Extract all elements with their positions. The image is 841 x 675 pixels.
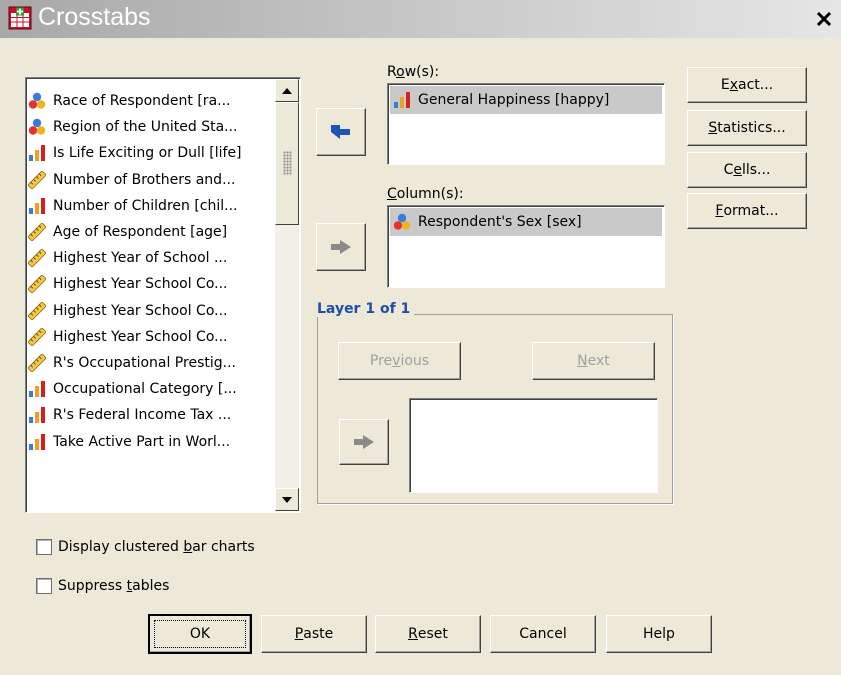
ordinal-icon [29,433,45,450]
grip-icon [283,151,292,175]
ordinal-icon [29,197,45,214]
scale-icon [28,327,46,346]
list-item-label: Take Active Part in Worl... [53,433,231,450]
rows-label: Row(s): [387,64,440,80]
list-item-label: Highest Year School Co... [53,328,228,345]
nominal-icon [28,118,46,135]
list-item-label: Race of Respondent [ra... [53,93,231,109]
row-variable-label: General Happiness [happy] [418,92,610,108]
reset-button[interactable]: Reset [375,615,481,653]
arrow-left-icon [331,125,350,139]
variable-list-scrollbar[interactable] [275,79,299,511]
list-item-label: Number of Children [chil... [53,197,238,214]
source-variable-list[interactable]: Race of Respondent [ra... Region of the U… [25,77,301,513]
crosstabs-app-icon [8,6,32,30]
window-title: Crosstabs [38,3,151,31]
list-item-label: R's Federal Income Tax ... [53,407,232,424]
move-to-rows-button[interactable] [316,108,366,156]
ordinal-icon [29,381,45,398]
list-item-label: Number of Brothers and... [53,171,236,188]
next-layer-button[interactable]: Next [532,342,655,380]
list-item[interactable]: Take Active Part in Worl... [28,429,280,455]
scroll-thumb[interactable] [275,102,299,225]
list-item[interactable]: Race of Respondent [ra... [28,88,280,114]
arrow-right-icon [354,435,374,449]
arrow-down-icon [282,496,292,503]
clustered-bar-charts-label: Display clustered bar charts [58,539,255,555]
list-item[interactable]: Number of Brothers and... [28,167,280,193]
list-item[interactable]: Occupational Category [... [28,376,280,402]
column-variable-label: Respondent's Sex [sex] [418,214,582,230]
list-item[interactable]: Highest Year of School ... [28,245,280,271]
scroll-down-button[interactable] [275,488,299,511]
title-bar[interactable]: Crosstabs [0,0,841,38]
list-item[interactable]: Highest Year School Co... [28,271,280,297]
list-item-label: Highest Year School Co... [53,302,228,319]
list-item[interactable]: R's Federal Income Tax ... [28,402,280,428]
arrow-up-icon [282,87,292,94]
cancel-button[interactable]: Cancel [490,615,596,653]
arrow-right-icon [331,240,351,254]
exact-button[interactable]: Ex act... [687,67,807,103]
layer-box[interactable] [409,398,658,493]
scale-icon [28,223,46,241]
nominal-icon [28,92,46,109]
scale-icon [28,249,46,268]
list-item[interactable]: Age of Respondent [age] [28,219,280,245]
list-item-label: Highest Year of School ... [53,250,228,267]
list-item-label: Highest Year School Co... [53,276,228,293]
list-item[interactable]: Number of Children [chil... [28,193,280,219]
list-item[interactable]: Region of the United Sta... [28,114,280,140]
columns-label: Column(s): [387,186,464,202]
layer-group-title: Layer 1 of 1 [315,301,415,317]
column-variable-item[interactable]: Respondent's Sex [sex] [390,208,662,236]
scale-icon [28,354,46,372]
columns-box[interactable]: Respondent's Sex [sex] [387,205,665,288]
list-item-label: Is Life Exciting or Dull [life] [53,145,242,162]
clustered-bar-charts-option[interactable]: Display clustered bar charts [36,539,255,555]
scroll-up-button[interactable] [275,79,299,102]
suppress-tables-checkbox[interactable] [36,578,52,594]
close-button[interactable] [810,6,838,32]
scale-icon [28,170,46,189]
format-button[interactable]: Format... [687,193,807,229]
list-item-label: R's Occupational Prestig... [53,355,236,371]
help-button[interactable]: Help [606,615,712,653]
scale-icon [28,301,46,320]
previous-layer-button[interactable]: Pre v ious [338,342,461,380]
scale-icon [28,275,46,294]
list-item-label: Region of the United Sta... [53,119,238,136]
suppress-tables-option[interactable]: Suppress tables [36,578,169,594]
ordinal-icon [394,92,410,108]
ordinal-icon [29,407,45,424]
list-item[interactable]: R's Occupational Prestig... [28,350,280,376]
cells-button[interactable]: Ce lls... [687,152,807,188]
list-item-label: Age of Respondent [age] [53,224,228,240]
rows-box[interactable]: General Happiness [happy] [387,83,665,165]
crosstabs-dialog: Crosstabs Race of Respondent [ra... Regio… [0,0,841,675]
focus-ring [154,620,246,648]
close-icon [816,11,832,27]
row-variable-item[interactable]: General Happiness [happy] [390,86,662,114]
statistics-button[interactable]: Statistics... [687,110,807,146]
list-item[interactable]: Highest Year School Co... [28,298,280,324]
clustered-bar-charts-checkbox[interactable] [36,539,52,555]
nominal-icon [393,213,411,230]
paste-button[interactable]: Paste [261,615,367,653]
list-item[interactable]: Is Life Exciting or Dull [life] [28,140,280,166]
move-to-columns-button[interactable] [316,223,366,271]
ok-button[interactable]: OK [148,614,252,654]
ordinal-icon [29,145,45,162]
list-item[interactable]: Highest Year School Co... [28,324,280,350]
suppress-tables-label: Suppress tables [58,578,170,594]
move-to-layer-button[interactable] [339,419,389,465]
list-item-label: Occupational Category [... [53,381,237,398]
